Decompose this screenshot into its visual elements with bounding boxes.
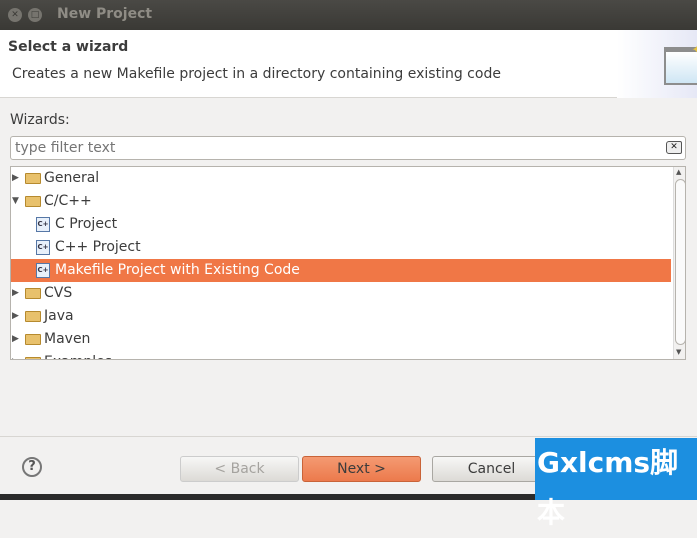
page-title: Select a wizard bbox=[8, 39, 129, 55]
tree-item[interactable]: C+ C++ Project bbox=[11, 236, 671, 259]
folder-icon bbox=[25, 173, 41, 184]
tree-item[interactable]: ▶ CVS bbox=[11, 282, 671, 305]
tree-item-label: CVS bbox=[44, 285, 73, 301]
scroll-down-icon[interactable]: ▼ bbox=[676, 348, 681, 356]
title-bar: ✕ □ New Project bbox=[0, 0, 697, 30]
folder-icon bbox=[25, 196, 41, 207]
tree-item-label: Java bbox=[44, 308, 74, 324]
cancel-button[interactable]: Cancel bbox=[432, 456, 551, 482]
wizard-tree: ▶ Examples ▶ Maven ▶ Java ▶ CVS C+ Makefile Proje… bbox=[10, 166, 686, 360]
watermark-logo: Gxlcms脚本 bbox=[535, 438, 697, 529]
folder-icon bbox=[25, 357, 41, 359]
folder-icon bbox=[25, 334, 41, 345]
help-icon[interactable]: ? bbox=[22, 457, 42, 477]
expand-right-icon[interactable]: ▶ bbox=[12, 167, 19, 190]
tree-item-label: Maven bbox=[44, 331, 91, 347]
scroll-up-icon[interactable]: ▲ bbox=[676, 168, 681, 176]
tree-item[interactable]: ▶ General bbox=[11, 167, 671, 190]
tree-item[interactable]: ▼ C/C++ bbox=[11, 190, 671, 213]
expand-down-icon[interactable]: ▼ bbox=[12, 190, 19, 213]
expand-right-icon[interactable]: ▶ bbox=[12, 351, 19, 359]
page-description: Creates a new Makefile project in a dire… bbox=[12, 66, 501, 82]
bottom-edge bbox=[0, 494, 535, 500]
filter-input[interactable] bbox=[10, 136, 686, 160]
cpp-project-icon: C+ bbox=[36, 263, 50, 278]
back-button[interactable]: < Back bbox=[180, 456, 299, 482]
tree-item[interactable]: ▶ Java bbox=[11, 305, 671, 328]
expand-right-icon[interactable]: ▶ bbox=[12, 282, 19, 305]
cpp-project-icon: C+ bbox=[36, 240, 50, 255]
tree-item[interactable]: C+ C Project bbox=[11, 213, 671, 236]
tree-item-label: C Project bbox=[55, 216, 118, 232]
tree-item[interactable]: ▶ Examples bbox=[11, 351, 671, 359]
expand-right-icon[interactable]: ▶ bbox=[12, 305, 19, 328]
folder-icon bbox=[25, 288, 41, 299]
clear-filter-icon[interactable]: ✕ bbox=[666, 141, 682, 154]
tree-item-label: Examples bbox=[44, 351, 112, 359]
close-icon[interactable]: ✕ bbox=[8, 8, 22, 22]
divider bbox=[0, 436, 697, 437]
scrollbar-thumb[interactable] bbox=[675, 179, 685, 345]
tree-item-label: C++ Project bbox=[55, 239, 141, 255]
wizards-label: Wizards: bbox=[10, 112, 70, 128]
folder-icon bbox=[25, 311, 41, 322]
tree-item-label: General bbox=[44, 170, 100, 186]
wizard-header: Select a wizard Creates a new Makefile p… bbox=[0, 30, 697, 98]
window-title: New Project bbox=[57, 6, 153, 22]
tree-item-label: C/C++ bbox=[44, 193, 92, 209]
wizard-banner-icon: ✦ bbox=[617, 30, 697, 98]
next-button[interactable]: Next > bbox=[302, 456, 421, 482]
expand-right-icon[interactable]: ▶ bbox=[12, 328, 19, 351]
maximize-icon[interactable]: □ bbox=[28, 8, 42, 22]
tree-item[interactable]: ▶ Maven bbox=[11, 328, 671, 351]
tree-item[interactable]: C+ Makefile Project with Existing Code bbox=[11, 259, 671, 282]
cpp-project-icon: C+ bbox=[36, 217, 50, 232]
scrollbar[interactable]: ▲ ▼ bbox=[673, 167, 685, 359]
tree-item-label: Makefile Project with Existing Code bbox=[55, 262, 300, 278]
